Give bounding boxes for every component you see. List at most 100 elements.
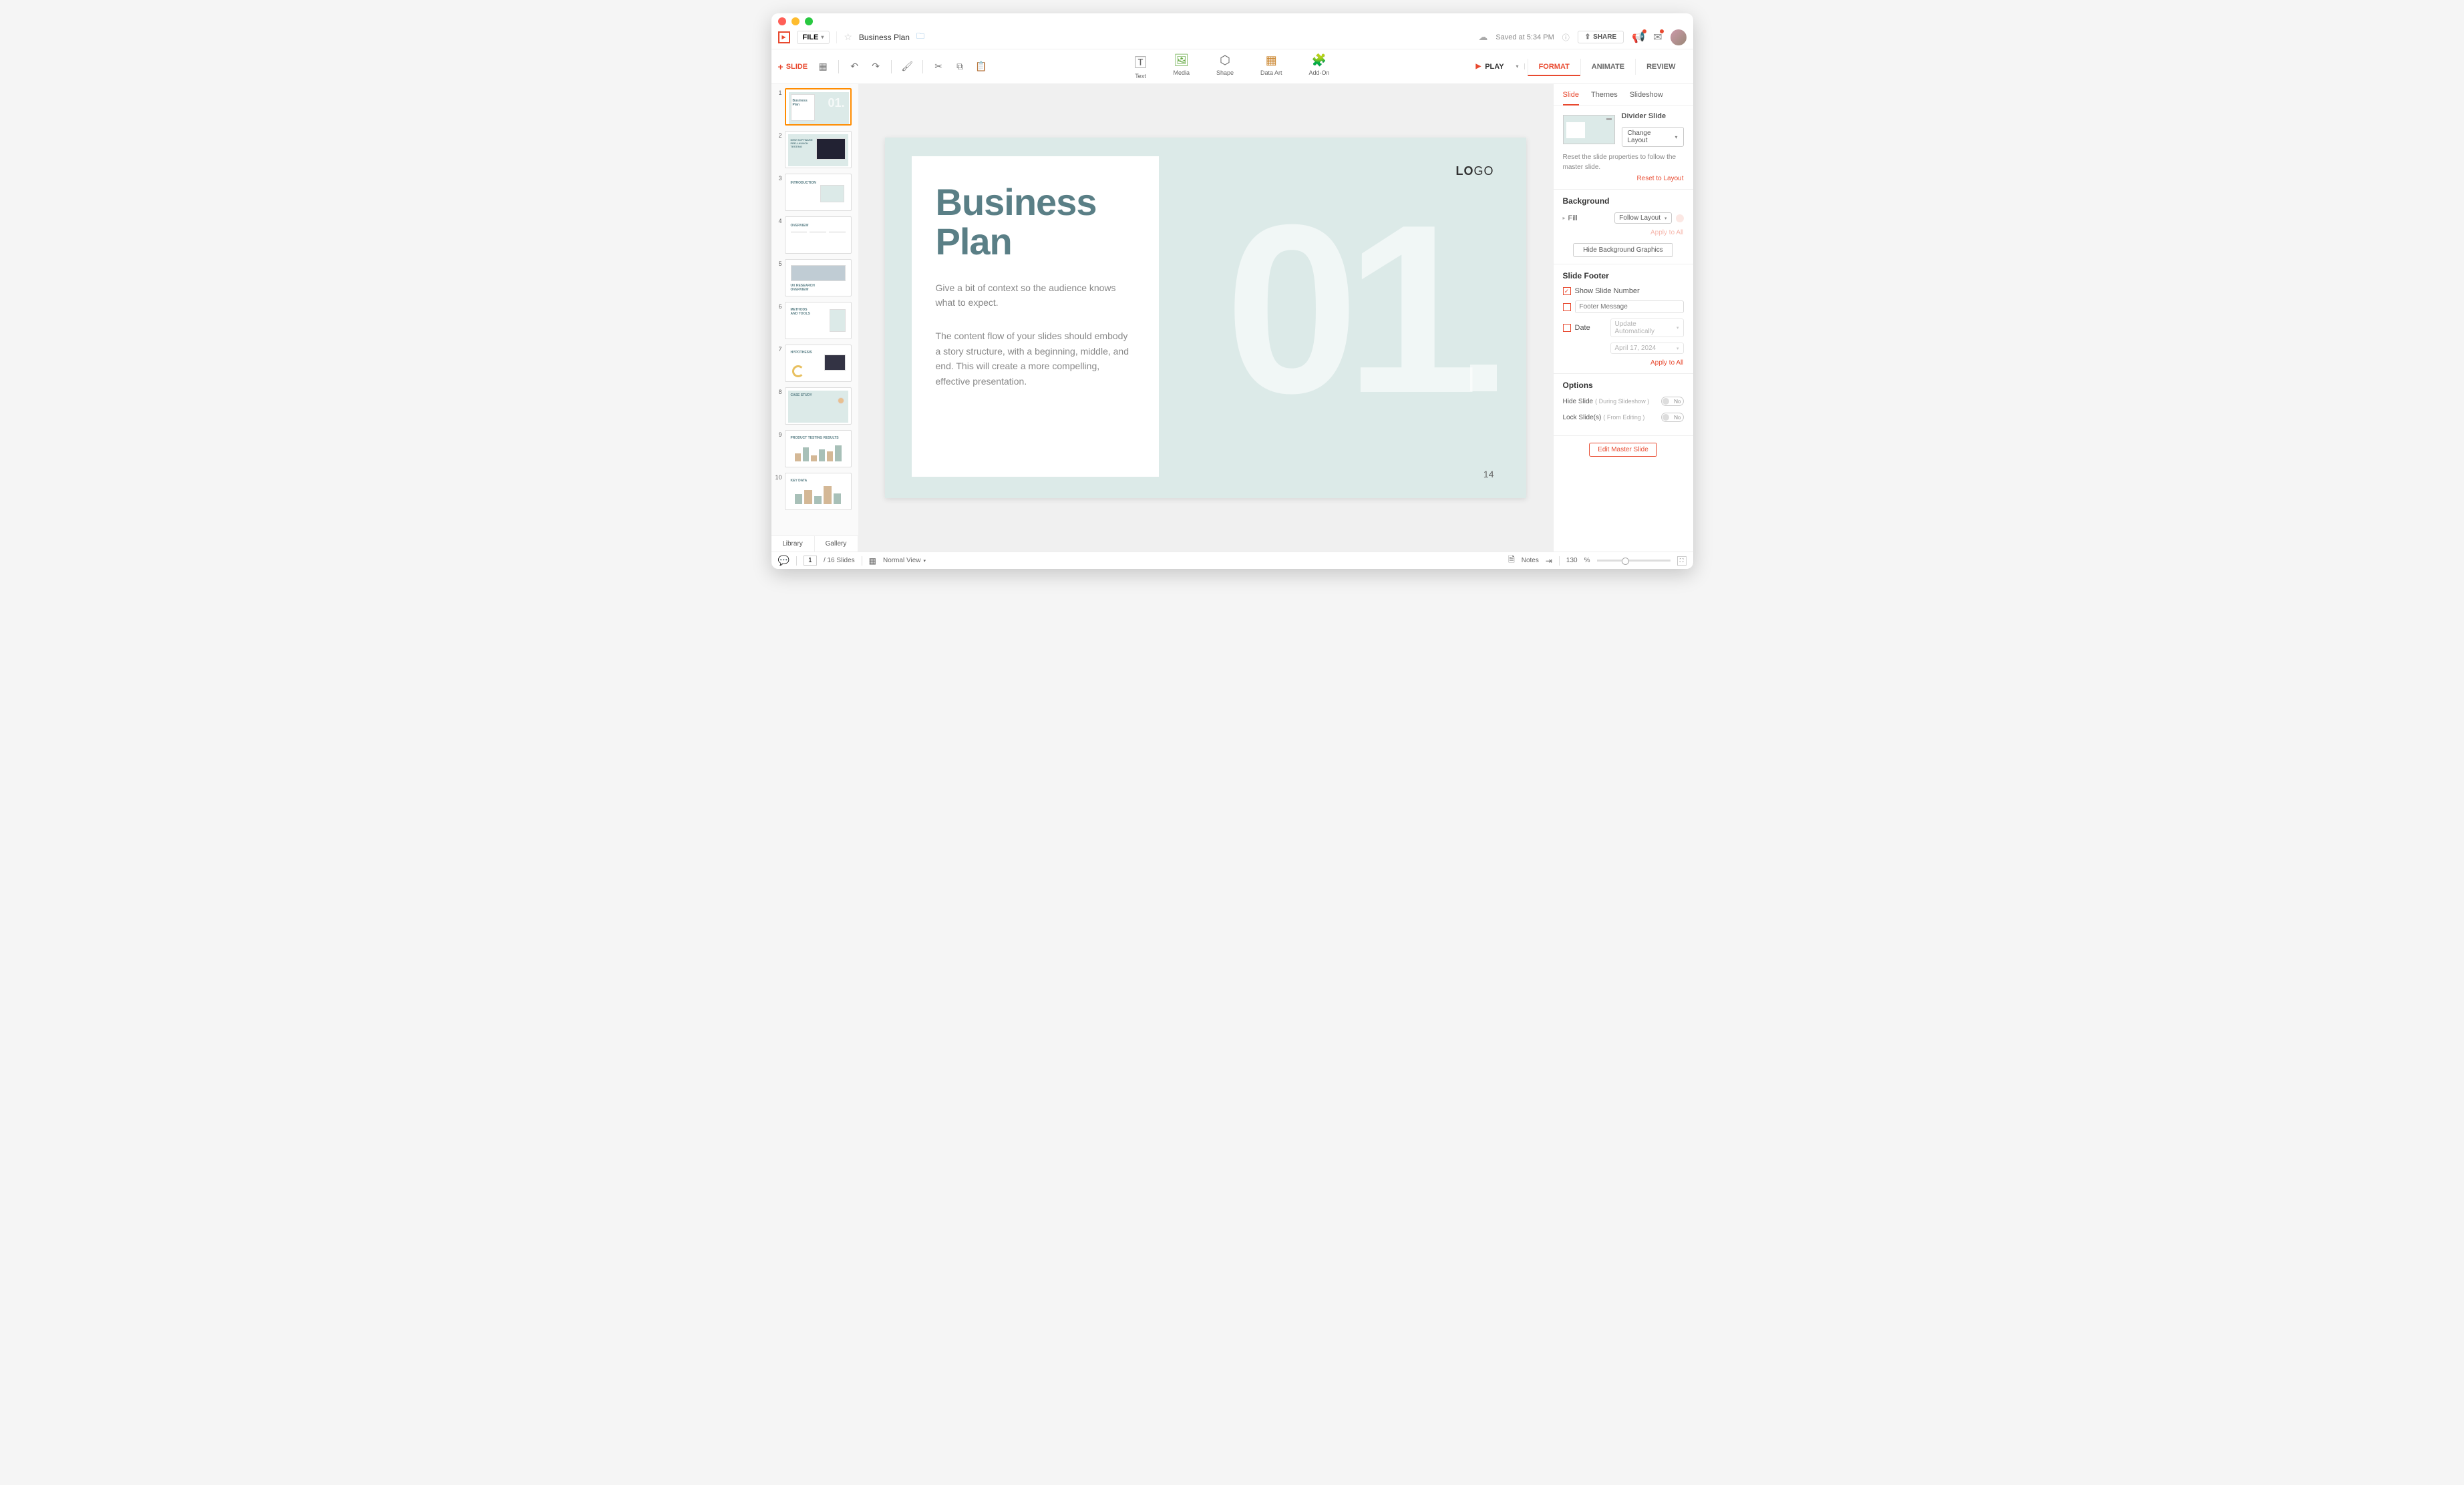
cut-icon[interactable]: ✂ (932, 61, 944, 73)
top-right: ☁ Saved at 5:34 PM ⓘ ⇪SHARE 📢 ✉ (1478, 29, 1686, 45)
thumbnail-4[interactable]: 4 OVERVIEW (774, 216, 856, 254)
insert-media[interactable]: 🖼Media (1173, 53, 1190, 79)
slide-paragraph-2[interactable]: The content flow of your slides should e… (936, 329, 1135, 389)
insert-addon[interactable]: 🧩Add-On (1309, 53, 1330, 79)
slide-thumbnails[interactable]: 1 BusinessPlan01. 2 NEW SOFTWAREPRE-LAUN… (771, 84, 858, 536)
comments-icon[interactable]: 💬 (778, 555, 789, 566)
date-update-select[interactable]: Update Automatically (1610, 319, 1684, 337)
footer-message-checkbox[interactable] (1563, 303, 1571, 311)
thumbnail-9[interactable]: 9 PRODUCT TESTING RESULTS (774, 430, 856, 467)
thumbnail-1[interactable]: 1 BusinessPlan01. (774, 88, 856, 126)
show-slide-number-label: Show Slide Number (1575, 287, 1640, 295)
thumbnail-8[interactable]: 8 CASE STUDY (774, 387, 856, 425)
mail-icon[interactable]: ✉ (1653, 31, 1662, 44)
thumbnail-3[interactable]: 3 INTRODUCTION (774, 174, 856, 211)
file-menu-button[interactable]: FILE (797, 31, 830, 44)
view-mode-icon[interactable]: ▦ (869, 556, 876, 566)
slide-canvas[interactable]: 01 BusinessPlan Give a bit of context so… (885, 138, 1526, 498)
tab-format[interactable]: FORMAT (1528, 59, 1580, 76)
fill-reset-icon[interactable] (1676, 214, 1684, 222)
play-dropdown[interactable]: ▾ (1511, 63, 1525, 69)
slide-logo[interactable]: LOGO (1455, 164, 1493, 178)
notes-icon[interactable]: 🗎 (1508, 554, 1515, 568)
addon-icon: 🧩 (1312, 53, 1327, 67)
copy-icon[interactable]: ⧉ (954, 61, 966, 73)
thumbnail-6[interactable]: 6 METHODSAND TOOLS (774, 302, 856, 339)
view-mode-select[interactable]: Normal View (883, 557, 926, 564)
zoom-slider[interactable] (1597, 560, 1670, 562)
insert-dataart[interactable]: ▦Data Art (1260, 53, 1282, 79)
app-window: FILE ☆ Business Plan 🗀 ☁ Saved at 5:34 P… (771, 13, 1693, 569)
redo-icon[interactable]: ↷ (870, 61, 882, 73)
slide-paragraph-1[interactable]: Give a bit of context so the audience kn… (936, 280, 1135, 310)
undo-icon[interactable]: ↶ (848, 61, 860, 73)
canvas-area[interactable]: 01 BusinessPlan Give a bit of context so… (858, 84, 1553, 552)
lock-slide-sublabel: ( From Editing ) (1603, 414, 1644, 421)
reset-to-layout-link[interactable]: Reset to Layout (1563, 175, 1684, 182)
toolbar-right: PLAY ▾ FORMAT ANIMATE REVIEW (1469, 59, 1687, 75)
panel-toggle-icon[interactable]: ⇥ (1546, 556, 1552, 566)
tab-animate[interactable]: ANIMATE (1580, 59, 1635, 75)
lock-slide-toggle[interactable]: No (1661, 413, 1684, 422)
star-icon[interactable]: ☆ (844, 31, 852, 43)
paste-icon[interactable]: 📋 (975, 61, 987, 73)
share-button[interactable]: ⇪SHARE (1578, 31, 1624, 43)
play-button[interactable]: PLAY (1469, 59, 1511, 75)
edit-master-slide-button[interactable]: Edit Master Slide (1589, 443, 1657, 457)
page-number-input[interactable] (804, 556, 817, 566)
top-left: FILE ☆ Business Plan 🗀 (778, 30, 924, 44)
footer-apply-all[interactable]: Apply to All (1563, 359, 1684, 367)
chevron-right-icon[interactable]: ▸ (1563, 215, 1566, 221)
options-section: Options Hide Slide ( During Slideshow ) … (1554, 374, 1693, 435)
slide-title[interactable]: BusinessPlan (936, 183, 1135, 262)
window-minimize[interactable] (791, 17, 800, 25)
library-tab[interactable]: Library (771, 536, 815, 552)
left-column: 1 BusinessPlan01. 2 NEW SOFTWAREPRE-LAUN… (771, 84, 858, 552)
change-layout-button[interactable]: Change Layout (1622, 127, 1684, 147)
window-zoom[interactable] (805, 17, 813, 25)
add-slide-button[interactable]: SLIDE (778, 61, 808, 72)
insert-shape[interactable]: ⬡Shape (1216, 53, 1234, 79)
thumbnail-2[interactable]: 2 NEW SOFTWAREPRE-LAUNCHTESTING (774, 131, 856, 168)
layout-preview (1563, 115, 1615, 144)
hide-bg-graphics-button[interactable]: Hide Background Graphics (1573, 243, 1673, 257)
text-icon: 🅃 (1134, 53, 1146, 71)
layout-icon[interactable]: ▦ (817, 61, 829, 73)
zoom-unit: % (1584, 557, 1590, 564)
thumbnail-5[interactable]: 5 UX RESEARCHOVERVIEW (774, 259, 856, 296)
fullscreen-icon[interactable]: ⛶ (1677, 556, 1687, 566)
subtab-themes[interactable]: Themes (1591, 91, 1618, 105)
separator (891, 60, 892, 73)
info-icon[interactable]: ⓘ (1562, 32, 1570, 43)
zoom-value[interactable]: 130 (1566, 557, 1578, 564)
slide-text-box[interactable]: BusinessPlan Give a bit of context so th… (912, 156, 1159, 477)
date-checkbox[interactable] (1563, 324, 1571, 332)
mac-titlebar (771, 13, 1693, 25)
format-painter-icon[interactable]: 🖌 (901, 61, 913, 73)
document-title[interactable]: Business Plan (859, 33, 910, 42)
format-panel: Slide Themes Slideshow Divider Slide Cha… (1553, 84, 1693, 552)
subtab-slide[interactable]: Slide (1563, 91, 1579, 105)
insert-text[interactable]: 🅃Text (1134, 53, 1146, 79)
app-icon[interactable] (778, 31, 790, 43)
thumbnail-7[interactable]: 7 HYPOTHESIS (774, 345, 856, 382)
hide-slide-toggle[interactable]: No (1661, 397, 1684, 406)
folder-icon[interactable]: 🗀 (916, 30, 924, 44)
separator (836, 31, 837, 43)
fill-select[interactable]: Follow Layout (1614, 212, 1671, 224)
show-slide-number-checkbox[interactable] (1563, 287, 1571, 295)
window-close[interactable] (778, 17, 786, 25)
tab-review[interactable]: REVIEW (1635, 59, 1686, 75)
subtab-slideshow[interactable]: Slideshow (1630, 91, 1663, 105)
footer-message-input[interactable] (1575, 300, 1684, 313)
date-value-select[interactable]: April 17, 2024 (1610, 343, 1684, 354)
reset-description: Reset the slide properties to follow the… (1563, 152, 1684, 172)
thumbnail-10[interactable]: 10 KEY DATA (774, 473, 856, 510)
user-avatar[interactable] (1670, 29, 1687, 45)
notes-label[interactable]: Notes (1522, 557, 1539, 564)
background-apply-all[interactable]: Apply to All (1563, 229, 1684, 236)
share-icon: ⇪ (1585, 33, 1590, 41)
announcements-icon[interactable]: 📢 (1632, 31, 1645, 44)
status-bar: 💬 / 16 Slides ▦ Normal View 🗎 Notes ⇥ 13… (771, 552, 1693, 569)
gallery-tab[interactable]: Gallery (815, 536, 858, 552)
